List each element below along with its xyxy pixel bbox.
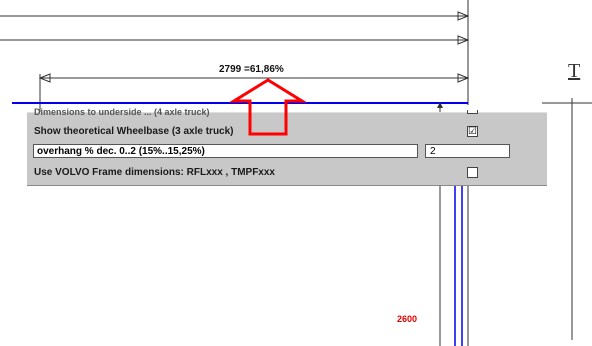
- theoretical-wheelbase-checkbox[interactable]: ☑: [467, 126, 478, 137]
- dimension-label: 2799 =61,86%: [219, 64, 284, 75]
- cut-off-checkbox[interactable]: [467, 110, 478, 114]
- overhang-field[interactable]: overhang % dec. 0..2 (15%..15,25%): [33, 144, 418, 158]
- edge-letter: T: [568, 60, 581, 82]
- volvo-frame-checkbox[interactable]: [467, 167, 478, 178]
- dimension-red-label: 2600: [397, 314, 418, 324]
- cut-off-option-row: Dimensions to underside ... (4 axle truc…: [34, 107, 210, 117]
- options-panel: Dimensions to underside ... (4 axle truc…: [27, 107, 547, 186]
- volvo-frame-label: Use VOLVO Frame dimensions: RFLxxx , TMP…: [34, 167, 275, 178]
- overhang-value-input[interactable]: 2: [425, 144, 510, 158]
- theoretical-wheelbase-label: Show theoretical Wheelbase (3 axle truck…: [34, 126, 234, 137]
